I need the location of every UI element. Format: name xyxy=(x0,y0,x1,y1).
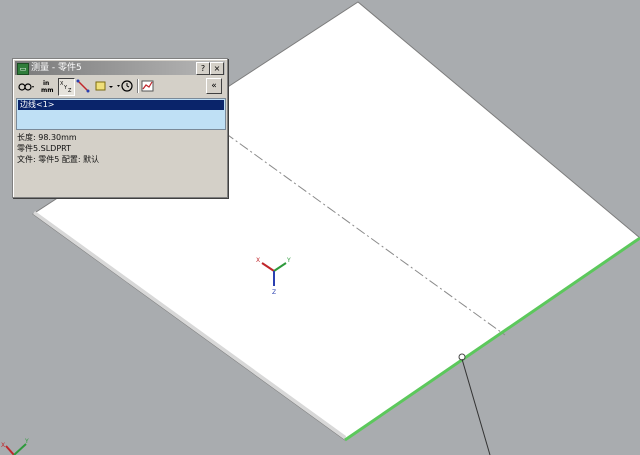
length-result: 长度: 98.30mm xyxy=(17,133,77,142)
corner-triad-y-axis xyxy=(13,443,27,455)
triad-x-label: X xyxy=(256,257,260,264)
projection-tool-icon[interactable] xyxy=(94,78,114,94)
measure-dialog[interactable]: ▭ 测量 - 零件5 ? × in mm X Y Z « 边线<1> 长度: 9… xyxy=(12,58,228,198)
point-to-point-icon[interactable] xyxy=(76,78,90,94)
help-button[interactable]: ? xyxy=(196,62,210,75)
measure-app-icon: ▭ xyxy=(17,63,29,75)
corner-triad: X Y xyxy=(1,438,29,455)
leader-line xyxy=(461,358,491,455)
dialog-toolbar: in mm X Y Z « xyxy=(16,77,224,97)
triad-z-label: Z xyxy=(272,289,276,296)
xyz-tool-icon[interactable]: X Y Z xyxy=(58,78,75,96)
selection-list[interactable]: 边线<1> xyxy=(16,98,226,130)
corner-triad-x-axis xyxy=(5,445,15,455)
selection-item-edge[interactable]: 边线<1> xyxy=(18,100,224,110)
triad-y-label: Y xyxy=(286,257,291,264)
collapse-button[interactable]: « xyxy=(206,78,222,94)
svg-text:mm: mm xyxy=(41,87,54,94)
history-tool-icon[interactable] xyxy=(116,78,134,94)
corner-triad-y-label: Y xyxy=(24,438,29,445)
sensor-tool-icon[interactable] xyxy=(141,78,155,94)
measure-tool-icon[interactable] xyxy=(17,78,35,94)
corner-triad-x-label: X xyxy=(1,442,5,449)
dialog-title: 测量 - 零件5 xyxy=(31,63,82,73)
dialog-titlebar[interactable]: ▭ 测量 - 零件5 ? × xyxy=(15,61,225,75)
svg-text:Z: Z xyxy=(68,88,72,93)
close-button[interactable]: × xyxy=(210,62,224,75)
units-tool-icon[interactable]: in mm xyxy=(40,78,56,94)
toolbar-separator xyxy=(137,79,138,93)
svg-text:in: in xyxy=(43,80,49,87)
file-config-result: 文件: 零件5 配置: 默认 xyxy=(17,155,100,164)
file-name-result: 零件5.SLDPRT xyxy=(17,144,72,153)
